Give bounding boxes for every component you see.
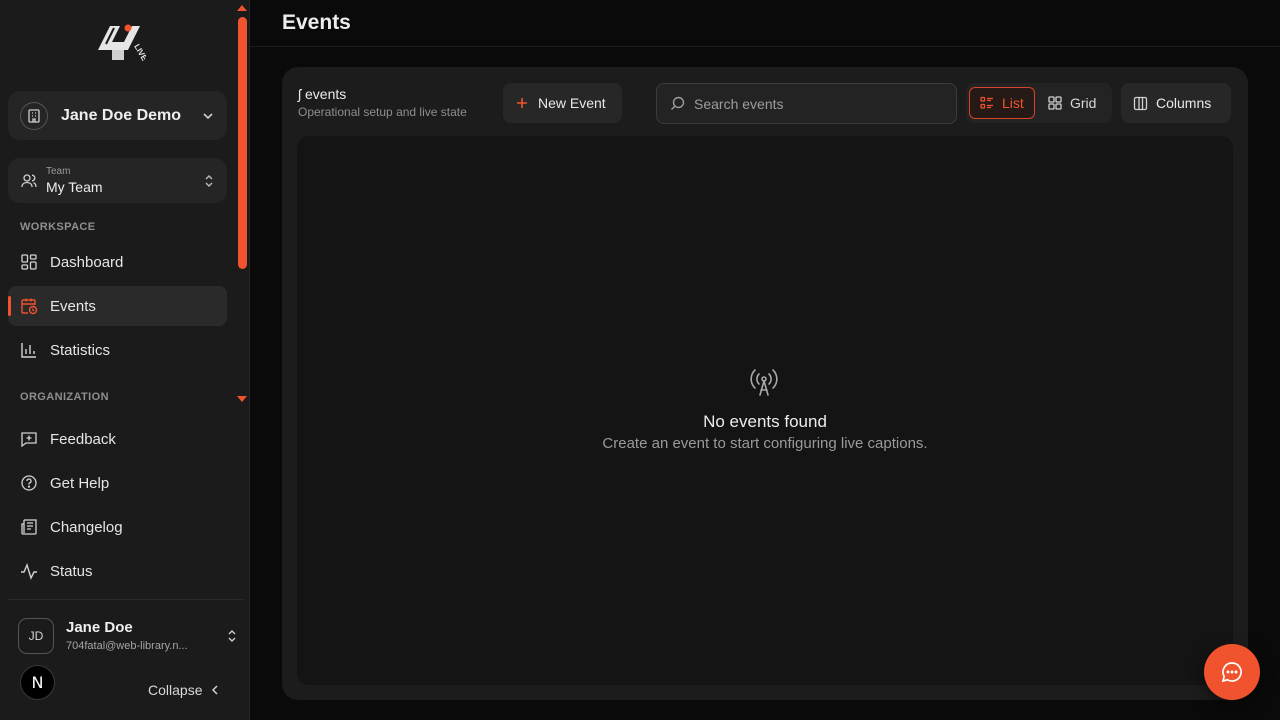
search-icon	[670, 96, 694, 111]
team-caption: Team	[46, 166, 71, 177]
newspaper-icon	[20, 518, 38, 536]
sidebar-scroll-thumb[interactable]	[238, 17, 247, 269]
n-badge-button[interactable]: N	[20, 665, 55, 700]
view-list-label: List	[1002, 95, 1024, 111]
plus-icon	[516, 97, 538, 109]
org-name: Jane Doe Demo	[61, 106, 182, 124]
columns-icon	[1133, 96, 1156, 111]
sidebar-item-label: Dashboard	[50, 253, 124, 271]
sidebar-item-get-help[interactable]: Get Help	[8, 463, 227, 503]
users-icon	[20, 172, 38, 190]
chat-bubble-icon	[1220, 660, 1244, 684]
page-title: Events	[282, 11, 351, 34]
collapse-label: Collapse	[148, 682, 203, 698]
user-email: 704fatal@web-library.n...	[66, 639, 188, 652]
team-name: My Team	[46, 179, 103, 195]
sidebar-divider	[8, 599, 244, 600]
team-switcher[interactable]: Team My Team	[8, 158, 227, 203]
sidebar-item-dashboard[interactable]: Dashboard	[8, 242, 227, 282]
building-icon	[20, 101, 48, 130]
events-subtitle: Operational setup and live state	[298, 105, 467, 119]
columns-label: Columns	[1156, 95, 1212, 111]
sidebar-item-events[interactable]: Events	[8, 286, 227, 326]
view-grid-button[interactable]: Grid	[1038, 87, 1110, 119]
empty-state-subtitle: Create an event to start configuring liv…	[602, 435, 928, 452]
page-header: Events	[250, 0, 1280, 47]
collapse-sidebar-button[interactable]: Collapse	[148, 680, 220, 700]
org-switcher[interactable]: Jane Doe Demo	[8, 91, 227, 140]
sidebar: LIVE Jane Doe Demo Team My Team WORKSPAC…	[0, 0, 250, 720]
new-event-button[interactable]: New Event	[503, 83, 622, 123]
new-event-label: New Event	[538, 95, 606, 111]
chevron-up-down-icon	[203, 174, 215, 188]
sidebar-item-label: Status	[50, 562, 93, 580]
app-logo[interactable]: LIVE	[90, 20, 146, 62]
sidebar-item-status[interactable]: Status	[8, 551, 227, 591]
broadcast-tower-icon	[748, 366, 780, 398]
scroll-up-arrow-icon[interactable]	[237, 5, 247, 11]
help-circle-icon	[20, 474, 38, 492]
events-count: ʃ events	[298, 86, 347, 102]
sidebar-item-changelog[interactable]: Changelog	[8, 507, 227, 547]
view-toggle: List Grid	[966, 83, 1112, 123]
calendar-clock-icon	[20, 297, 38, 315]
events-list-area	[297, 136, 1233, 685]
sidebar-item-feedback[interactable]: Feedback	[8, 419, 227, 459]
empty-state-title: No events found	[703, 412, 827, 431]
search-input[interactable]	[694, 95, 934, 112]
chevron-up-down-icon	[226, 628, 238, 644]
view-grid-label: Grid	[1070, 95, 1097, 111]
grid-icon	[1048, 96, 1070, 110]
dashboard-icon	[20, 253, 38, 271]
activity-icon	[20, 562, 38, 580]
columns-button[interactable]: Columns	[1121, 83, 1231, 123]
section-label-organization: ORGANIZATION	[20, 391, 109, 403]
user-name: Jane Doe	[66, 620, 133, 637]
scroll-down-arrow-icon[interactable]	[237, 396, 247, 402]
bar-chart-icon	[20, 341, 38, 359]
chevron-left-icon	[202, 684, 220, 696]
svg-text:LIVE: LIVE	[132, 43, 146, 63]
search-box[interactable]	[656, 83, 957, 124]
message-plus-icon	[20, 430, 38, 448]
sidebar-item-label: Statistics	[50, 341, 111, 359]
section-label-workspace: WORKSPACE	[20, 221, 96, 233]
chat-support-button[interactable]	[1204, 644, 1260, 700]
sidebar-item-label: Get Help	[50, 474, 110, 492]
sidebar-scroll-area: LIVE Jane Doe Demo Team My Team WORKSPAC…	[0, 0, 236, 405]
view-list-button[interactable]: List	[969, 87, 1035, 119]
user-menu[interactable]: JD Jane Doe 704fatal@web-library.n...	[18, 617, 238, 655]
avatar: JD	[18, 618, 54, 654]
list-icon	[980, 96, 1002, 110]
sidebar-item-label: Events	[50, 297, 96, 315]
sidebar-item-statistics[interactable]: Statistics	[8, 330, 227, 370]
chevron-down-icon	[201, 109, 215, 123]
sidebar-item-label: Feedback	[50, 430, 116, 448]
sidebar-item-label: Changelog	[50, 518, 123, 536]
